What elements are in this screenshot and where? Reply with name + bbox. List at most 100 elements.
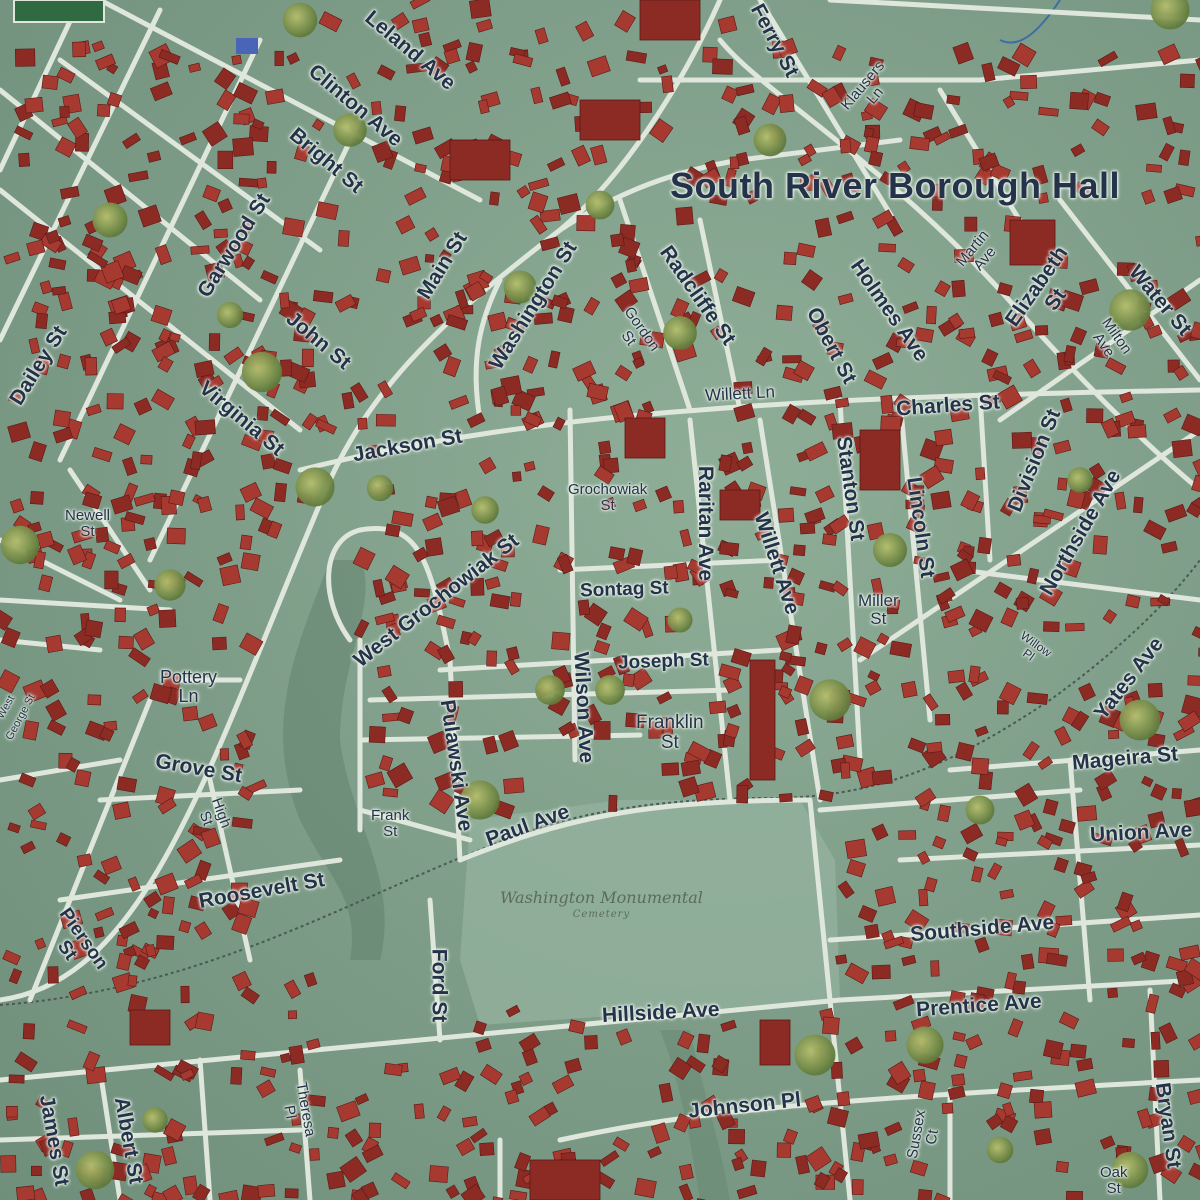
building [39,280,53,295]
building [365,771,386,789]
building [357,417,368,430]
building [194,419,216,436]
building [731,285,756,308]
building [1065,1190,1083,1200]
tree [663,316,697,350]
building [717,15,738,35]
building [154,872,179,896]
building [878,243,896,253]
building [610,272,628,289]
building [265,88,285,105]
building [110,494,134,515]
building [654,485,672,503]
building [74,769,92,788]
building [284,1188,299,1199]
building [279,1052,291,1064]
label-ford-st: Ford St [427,948,451,1023]
building [932,835,947,850]
building [851,1179,864,1196]
tree [1119,699,1161,741]
building [161,1146,177,1166]
building [658,1082,674,1103]
building [428,1165,449,1183]
building [1065,622,1085,632]
building [952,41,974,65]
building [375,268,392,284]
building [527,177,550,192]
building [509,1189,528,1200]
building [1092,535,1108,555]
tree [295,467,335,507]
poi-borough-hall[interactable]: South River Borough Hall [670,168,1120,204]
building [947,669,966,684]
building [779,650,793,662]
building [188,62,202,73]
building [1162,116,1177,136]
building [411,17,430,34]
building [799,522,816,535]
building [212,603,230,624]
building [279,292,290,309]
building [1125,594,1141,609]
building [599,1150,620,1167]
building [394,105,407,122]
poi-cemetery[interactable]: Washington Monumental Cemetery [500,890,703,920]
building [1187,675,1200,686]
building [926,741,943,754]
building [178,919,192,934]
building [779,793,793,803]
building [383,1062,403,1077]
building [713,267,729,284]
building [395,215,416,235]
building [176,838,203,864]
building [341,391,355,410]
building [874,886,897,907]
building [971,757,990,775]
building [853,636,877,659]
building [24,96,44,114]
label-raritan-ave: Raritan Ave [694,465,718,582]
building [1107,987,1118,999]
sports-field [13,0,105,23]
building [409,306,428,323]
building [128,647,151,668]
building [327,1126,340,1139]
building [154,244,172,266]
building [183,873,203,890]
building [777,507,795,523]
building [1009,90,1029,101]
building [775,304,793,321]
building [930,1192,951,1200]
building [836,210,855,225]
building [952,1031,966,1042]
building [1022,358,1042,379]
building [1022,740,1040,761]
building [1102,609,1117,624]
building [514,1152,532,1172]
building [301,412,319,431]
building [0,669,21,694]
building [301,348,315,368]
tree [906,1026,944,1064]
tree [872,532,908,568]
building [1187,1088,1200,1105]
label-frank-st: Frank St [371,807,410,840]
building [1038,106,1059,117]
building [511,471,522,482]
map-canvas[interactable]: South River Borough Hall Washington Monu… [0,0,1200,1200]
building [552,416,566,431]
building [233,113,250,125]
building [273,482,287,503]
building [1181,413,1200,437]
building [1143,519,1167,541]
building [615,1028,633,1046]
building [937,804,951,823]
building [303,972,318,988]
building [158,609,177,628]
building [912,1068,926,1083]
building [240,986,260,1005]
building [127,170,149,183]
building [8,968,23,985]
building [469,1127,488,1144]
building [863,369,888,390]
